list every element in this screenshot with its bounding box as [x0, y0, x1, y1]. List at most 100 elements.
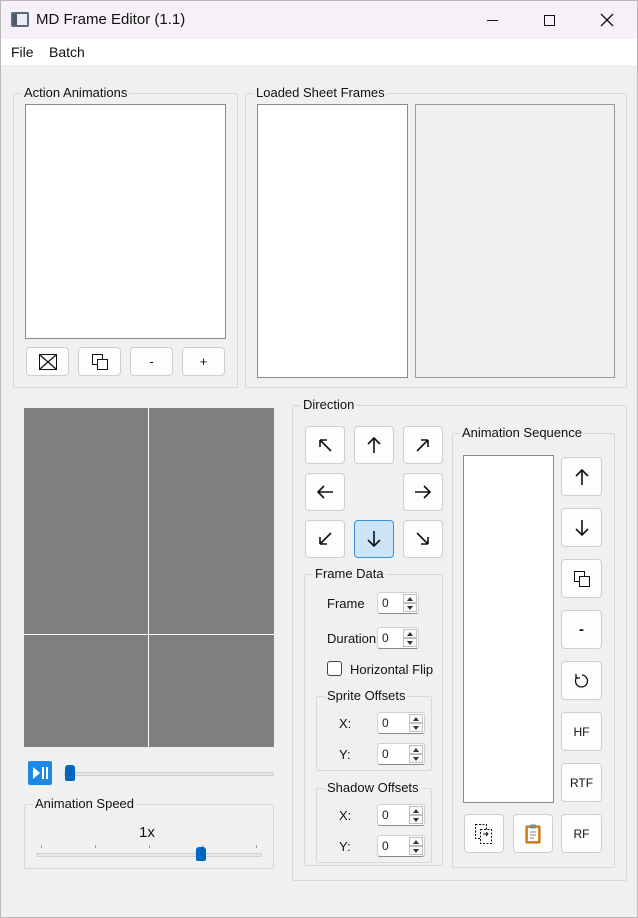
direction-up-left-button[interactable] [305, 426, 345, 464]
duration-label: Duration [327, 631, 377, 646]
menu-file[interactable]: File [11, 44, 34, 60]
app-window: MD Frame Editor (1.1) File Batch Action … [0, 0, 638, 918]
app-icon [11, 12, 29, 27]
direction-down-button[interactable] [354, 520, 394, 558]
animation-preview-canvas[interactable] [24, 408, 274, 747]
spin-down-button[interactable] [403, 638, 417, 647]
direction-title: Direction [301, 397, 357, 412]
sprite-x-label: X: [339, 716, 352, 731]
direction-down-right-button[interactable] [403, 520, 443, 558]
spin-down-icon [413, 725, 419, 730]
spin-down-button[interactable] [403, 603, 417, 612]
rf-button[interactable]: RF [561, 814, 602, 853]
move-frame-down-button[interactable] [561, 508, 602, 547]
spin-up-icon [407, 631, 413, 636]
spin-down-button[interactable] [409, 754, 423, 763]
window-title: MD Frame Editor (1.1) [36, 11, 186, 28]
spin-up-button[interactable] [409, 837, 423, 846]
menu-bar: File Batch [1, 39, 637, 65]
play-pause-button[interactable] [28, 761, 52, 785]
move-frame-up-button[interactable] [561, 457, 602, 496]
direction-up-button[interactable] [354, 426, 394, 464]
spin-down-button[interactable] [409, 723, 423, 732]
shadow-offsets-title: Shadow Offsets [325, 780, 421, 795]
arrow-up-left-icon [319, 439, 332, 452]
animation-speed-title: Animation Speed [33, 796, 137, 811]
minimize-button[interactable] [463, 1, 521, 39]
maximize-button[interactable] [520, 1, 578, 39]
spin-up-button[interactable] [409, 806, 423, 815]
remove-animation-button[interactable]: - [130, 347, 173, 376]
spin-down-icon [407, 640, 413, 645]
menu-batch[interactable]: Batch [49, 44, 85, 60]
duration-value: 0 [382, 631, 389, 645]
arrow-right-icon [415, 485, 432, 499]
shadow-x-spinbox[interactable]: 0 [377, 804, 425, 826]
animation-speed-value: 1x [139, 824, 155, 841]
horizontal-flip-checkbox[interactable] [327, 661, 342, 676]
arrow-up-icon [367, 436, 381, 453]
sprite-x-spinbox[interactable]: 0 [377, 712, 425, 734]
preview-crosshair-vertical [148, 408, 149, 747]
direction-left-button[interactable] [305, 473, 345, 511]
remove-frame-button[interactable]: - [561, 610, 602, 649]
spin-up-icon [407, 596, 413, 601]
duplicate-animation-button[interactable] [78, 347, 121, 376]
timeline-slider-handle[interactable] [65, 765, 75, 781]
arrow-up-right-icon [416, 439, 429, 452]
animation-sequence-list[interactable] [463, 455, 554, 803]
direction-right-button[interactable] [403, 473, 443, 511]
action-animations-list[interactable] [25, 104, 226, 339]
rtf-button[interactable]: RTF [561, 763, 602, 802]
spin-up-button[interactable] [403, 629, 417, 638]
paste-frames-button[interactable] [513, 814, 553, 853]
spin-up-button[interactable] [409, 714, 423, 723]
copy-frames-button[interactable] [464, 814, 504, 853]
copy-icon [475, 823, 492, 844]
rotate-frame-button[interactable] [561, 661, 602, 700]
spin-down-button[interactable] [409, 846, 423, 855]
preview-crosshair-horizontal [24, 634, 274, 635]
duration-spinbox[interactable]: 0 [377, 627, 419, 649]
sheet-frames-list[interactable] [257, 104, 408, 378]
arrow-up-icon [574, 468, 589, 485]
speed-slider-handle[interactable] [195, 847, 206, 861]
duplicate-icon [91, 353, 108, 370]
minimize-icon [486, 19, 498, 21]
speed-tick [41, 845, 42, 848]
add-animation-button[interactable]: + [182, 347, 225, 376]
shadow-x-value: 0 [382, 808, 389, 822]
direction-up-right-button[interactable] [403, 426, 443, 464]
title-bar[interactable]: MD Frame Editor (1.1) [1, 1, 637, 39]
arrow-down-right-icon [416, 532, 429, 545]
timeline-slider-track[interactable] [64, 772, 274, 776]
clear-box-icon [38, 353, 57, 370]
hf-button[interactable]: HF [561, 712, 602, 751]
frame-data-title: Frame Data [313, 566, 386, 581]
spin-up-icon [413, 808, 419, 813]
shadow-y-spinbox[interactable]: 0 [377, 835, 425, 857]
spin-up-button[interactable] [409, 745, 423, 754]
frame-spinbox[interactable]: 0 [377, 592, 419, 614]
spin-up-icon [413, 716, 419, 721]
arrow-left-icon [316, 485, 333, 499]
action-animations-title: Action Animations [22, 85, 130, 100]
animation-sequence-title: Animation Sequence [460, 425, 584, 440]
frame-label: Frame [327, 596, 365, 611]
spin-down-button[interactable] [409, 815, 423, 824]
frame-value: 0 [382, 596, 389, 610]
close-button[interactable] [578, 1, 636, 39]
clear-animation-button[interactable] [26, 347, 69, 376]
sprite-y-spinbox[interactable]: 0 [377, 743, 425, 765]
spin-down-icon [413, 817, 419, 822]
duplicate-icon [573, 570, 590, 587]
speed-tick [149, 845, 150, 848]
spin-down-icon [407, 605, 413, 610]
spin-up-button[interactable] [403, 594, 417, 603]
horizontal-flip-label: Horizontal Flip [350, 662, 434, 677]
clipboard-icon [525, 824, 541, 843]
speed-slider-track[interactable] [36, 853, 262, 857]
direction-down-left-button[interactable] [305, 520, 345, 558]
duplicate-frame-button[interactable] [561, 559, 602, 598]
shadow-y-label: Y: [339, 839, 351, 854]
